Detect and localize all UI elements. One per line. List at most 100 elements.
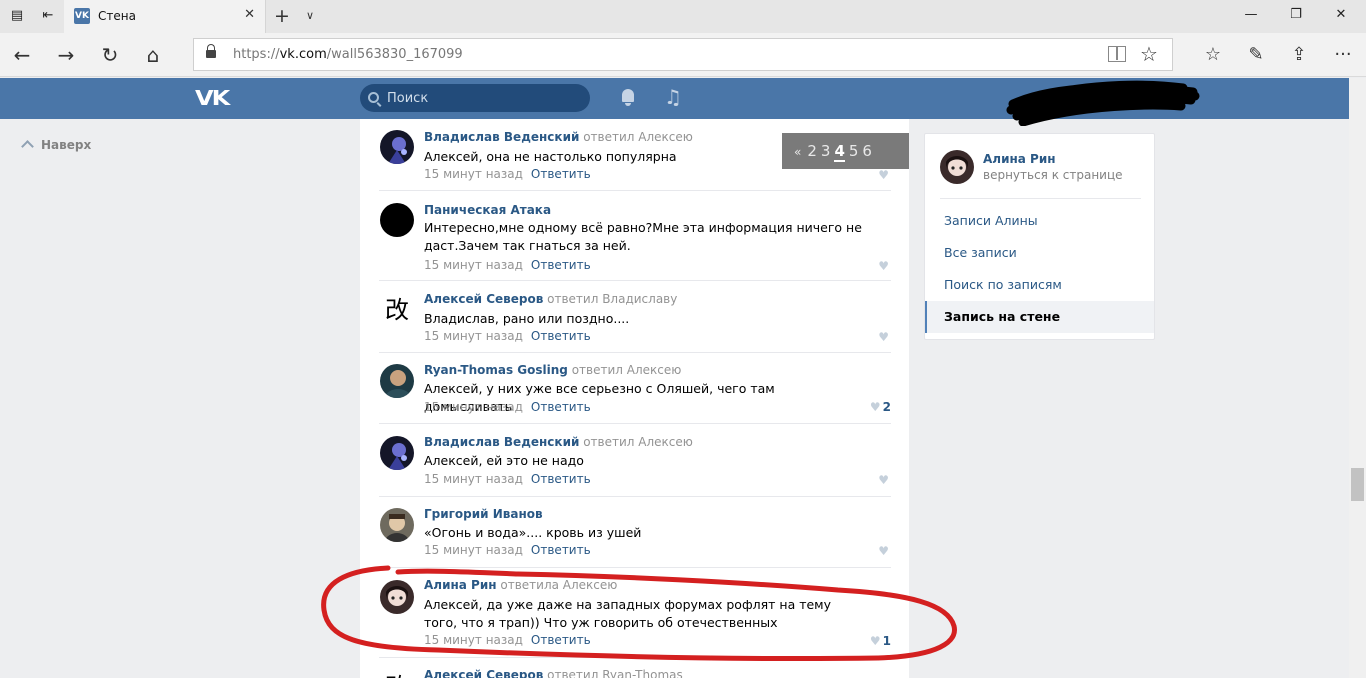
tab-preview-chevron-icon[interactable]: ∨ xyxy=(306,9,314,22)
avatar[interactable] xyxy=(380,203,414,237)
comment-author[interactable]: Владислав Веденский xyxy=(424,435,579,449)
comment-reply-to[interactable]: ответила Алексею xyxy=(500,578,617,592)
comment-time[interactable]: 15 минут назад xyxy=(424,258,523,272)
avatar[interactable] xyxy=(380,580,414,614)
avatar[interactable]: 改 xyxy=(380,670,414,678)
tab-close-icon[interactable]: ✕ xyxy=(244,7,255,22)
comment-time[interactable]: 15 минут назад xyxy=(424,633,523,647)
comment-header: Алина Рин ответила Алексею xyxy=(424,578,617,592)
owner-name[interactable]: Алина Рин xyxy=(983,152,1056,166)
reply-button[interactable]: Ответить xyxy=(531,543,591,557)
heart-icon: ♥ xyxy=(869,400,881,414)
home-icon[interactable]: ⌂ xyxy=(140,42,166,68)
music-icon[interactable]: ♫ xyxy=(664,86,682,108)
comment-time[interactable]: 15 минут назад xyxy=(424,400,523,414)
comment-author[interactable]: Алексей Северов xyxy=(424,292,543,306)
browser-address-bar: ← → ↻ ⌂ https://vk.com/wall563830_167099… xyxy=(0,33,1366,77)
comment-reply-to[interactable]: ответил Владиславу xyxy=(547,292,677,306)
like-button[interactable]: ♥ 1 xyxy=(870,634,891,648)
heart-icon: ♥ xyxy=(878,259,889,273)
comment-time[interactable]: 15 минут назад xyxy=(424,472,523,486)
sidebar-item-search-posts[interactable]: Поиск по записям xyxy=(925,269,1154,301)
like-button[interactable]: ♥ 2 xyxy=(870,400,891,414)
comment-header: Ryan-Thomas Gosling ответил Алексею xyxy=(424,363,681,377)
comment-reply-to[interactable]: ответил Алексею xyxy=(583,435,693,449)
reply-button[interactable]: Ответить xyxy=(531,329,591,343)
avatar[interactable] xyxy=(380,130,414,164)
wall-sidebar: Алина Рин вернуться к странице Записи Ал… xyxy=(924,133,1155,340)
browser-tab[interactable]: VK Стена ✕ xyxy=(64,0,266,33)
comment-author[interactable]: Алина Рин xyxy=(424,578,497,592)
comment-reply-to[interactable]: ответил Алексею xyxy=(583,130,693,144)
heart-icon: ♥ xyxy=(878,473,889,487)
comment-time[interactable]: 15 минут назад xyxy=(424,329,523,343)
comment-author[interactable]: Паническая Атака xyxy=(424,203,551,217)
share-icon[interactable]: ⇪ xyxy=(1286,42,1312,68)
sidebar-item-owner-posts[interactable]: Записи Алины xyxy=(925,205,1154,237)
divider xyxy=(940,198,1141,199)
favorites-icon[interactable]: ☆ xyxy=(1200,42,1226,68)
tab-manager-icon[interactable]: ▤ xyxy=(9,8,25,24)
comment-time[interactable]: 15 минут назад xyxy=(424,543,523,557)
back-to-page-link[interactable]: вернуться к странице xyxy=(983,168,1123,182)
browser-tab-bar: ▤ ⇤ VK Стена ✕ + ∨ — ❐ ✕ xyxy=(0,0,1366,33)
favorite-star-icon[interactable]: ☆ xyxy=(1140,42,1158,66)
sidebar-item-wall-post[interactable]: Запись на стене xyxy=(925,301,1154,333)
reply-button[interactable]: Ответить xyxy=(531,400,591,414)
comment-text: Владислав, рано или поздно.... xyxy=(424,311,630,326)
like-button[interactable]: ♥ xyxy=(878,168,891,182)
pen-icon[interactable]: ✎ xyxy=(1243,42,1269,68)
page-scrollbar[interactable] xyxy=(1349,78,1366,678)
more-icon[interactable]: ··· xyxy=(1330,42,1356,68)
comment: Ryan-Thomas Gosling ответил Алексею Алек… xyxy=(379,353,891,424)
pager-page[interactable]: 2 xyxy=(807,142,817,160)
search-input[interactable]: Поиск xyxy=(360,84,590,112)
avatar[interactable] xyxy=(380,364,414,398)
pager-prev[interactable]: « xyxy=(794,145,801,159)
close-window-icon[interactable]: ✕ xyxy=(1331,7,1351,22)
reply-button[interactable]: Ответить xyxy=(531,167,591,181)
bell-icon[interactable] xyxy=(620,89,636,106)
restore-icon[interactable]: ❐ xyxy=(1286,7,1306,22)
comment: Владислав Веденский ответил Алексею Алек… xyxy=(379,424,891,497)
scrollbar-thumb[interactable] xyxy=(1351,468,1364,501)
minimize-icon[interactable]: — xyxy=(1241,7,1261,22)
comment-reply-to[interactable]: ответил Алексею xyxy=(572,363,682,377)
reply-button[interactable]: Ответить xyxy=(531,633,591,647)
search-placeholder: Поиск xyxy=(387,91,429,106)
avatar[interactable] xyxy=(380,436,414,470)
avatar[interactable]: 改 xyxy=(380,293,414,327)
comment-author[interactable]: Алексей Северов xyxy=(424,668,543,678)
comment-author[interactable]: Ryan-Thomas Gosling xyxy=(424,363,568,377)
pager-page[interactable]: 6 xyxy=(862,142,872,160)
avatar[interactable] xyxy=(940,150,974,184)
sidebar-item-all-posts[interactable]: Все записи xyxy=(925,237,1154,269)
like-button[interactable]: ♥ xyxy=(878,473,891,487)
back-to-top-link[interactable]: Наверх xyxy=(20,138,91,153)
like-button[interactable]: ♥ xyxy=(878,330,891,344)
like-button[interactable]: ♥ xyxy=(878,544,891,558)
avatar[interactable] xyxy=(380,508,414,542)
comment-author[interactable]: Григорий Иванов xyxy=(424,507,543,521)
comment-author[interactable]: Владислав Веденский xyxy=(424,130,579,144)
like-button[interactable]: ♥ xyxy=(878,259,891,273)
url-input[interactable]: https://vk.com/wall563830_167099 ☆ xyxy=(193,38,1173,71)
set-tabs-aside-icon[interactable]: ⇤ xyxy=(40,8,56,24)
url-text: https://vk.com/wall563830_167099 xyxy=(233,47,463,62)
vk-logo[interactable]: VK xyxy=(195,86,230,110)
comment-time[interactable]: 15 минут назад xyxy=(424,167,523,181)
reading-view-icon[interactable] xyxy=(1108,46,1126,62)
pager-page[interactable]: 3 xyxy=(821,142,831,160)
new-tab-icon[interactable]: + xyxy=(274,5,290,27)
comments-feed: Владислав Веденский ответил Алексею Алек… xyxy=(360,119,909,678)
reply-button[interactable]: Ответить xyxy=(531,258,591,272)
pager-page-current[interactable]: 4 xyxy=(834,142,845,162)
forward-icon[interactable]: → xyxy=(53,42,79,68)
back-icon[interactable]: ← xyxy=(9,42,35,68)
pager-page[interactable]: 5 xyxy=(849,142,859,160)
refresh-icon[interactable]: ↻ xyxy=(97,42,123,68)
reply-button[interactable]: Ответить xyxy=(531,472,591,486)
comment-text: Алексей, ей это не надо xyxy=(424,453,584,468)
comment-reply-to[interactable]: ответил Ryan-Thomas xyxy=(547,668,683,678)
comment-meta: 15 минут назад Ответить xyxy=(424,543,591,557)
